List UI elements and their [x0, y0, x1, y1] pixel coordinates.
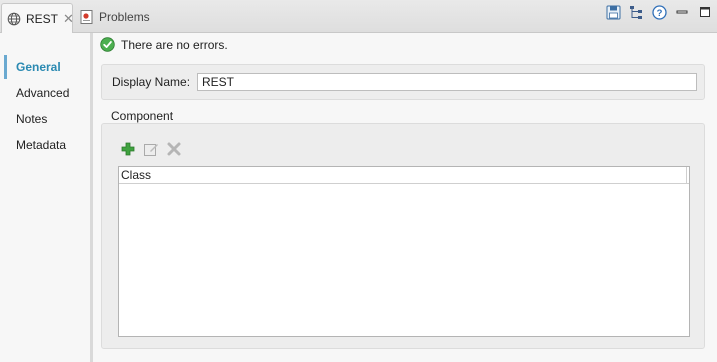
sidebar-item-label: General [16, 60, 61, 74]
class-table[interactable]: Class [118, 166, 690, 337]
editor-tab-bar: REST ✕ Problems ? [0, 0, 717, 33]
close-icon[interactable]: ✕ [63, 12, 74, 25]
edit-icon[interactable] [143, 141, 159, 157]
component-box: Class [101, 123, 705, 349]
display-name-label: Display Name: [112, 75, 191, 89]
sidebar-item-label: Notes [16, 112, 48, 126]
general-properties-box: Display Name: [101, 64, 705, 100]
column-separator [686, 167, 687, 183]
sidebar-item-label: Metadata [16, 138, 67, 152]
tab-rest-label: REST [26, 11, 59, 26]
svg-text:?: ? [656, 8, 662, 19]
delete-icon[interactable] [166, 141, 182, 157]
minimize-icon[interactable] [674, 4, 690, 20]
help-icon[interactable]: ? [651, 4, 667, 20]
editor-content: General Advanced Notes Metadata There ar… [0, 33, 717, 362]
add-icon[interactable] [120, 141, 136, 157]
save-icon[interactable] [605, 4, 621, 20]
column-header-class[interactable]: Class [121, 168, 151, 182]
component-toolbar [120, 141, 189, 157]
tab-problems-label: Problems [99, 10, 150, 24]
sidebar-item-metadata[interactable]: Metadata [4, 133, 86, 157]
status-message: There are no errors. [100, 37, 228, 52]
sidebar-item-notes[interactable]: Notes [4, 107, 86, 131]
sidebar: General Advanced Notes Metadata [0, 33, 93, 362]
table-header: Class [119, 167, 689, 184]
display-name-row: Display Name: [112, 73, 697, 91]
sidebar-item-label: Advanced [16, 86, 70, 100]
sidebar-item-advanced[interactable]: Advanced [4, 81, 86, 105]
tree-icon[interactable] [628, 4, 644, 20]
tab-problems[interactable]: Problems [80, 3, 150, 31]
globe-icon [7, 12, 21, 26]
check-circle-icon [100, 37, 115, 52]
editor-toolbar: ? [598, 4, 713, 20]
display-name-field[interactable] [197, 73, 697, 91]
component-section-title: Component [111, 109, 174, 123]
problems-icon [80, 10, 94, 24]
tab-rest[interactable]: REST ✕ [1, 3, 74, 33]
status-text: There are no errors. [121, 37, 228, 52]
maximize-icon[interactable] [697, 4, 713, 20]
sidebar-item-general[interactable]: General [4, 55, 86, 79]
